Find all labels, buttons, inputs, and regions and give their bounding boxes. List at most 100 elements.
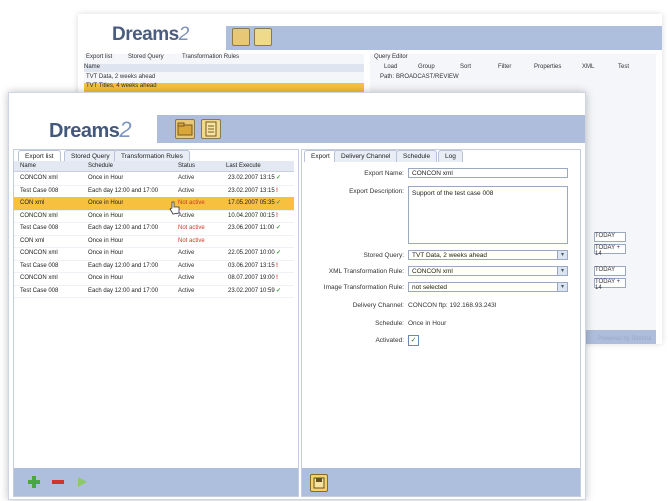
bg-tab-sort[interactable]: Sort (460, 64, 471, 70)
table-row[interactable]: CON xml Once in Hour Not active 17.05.2007 … (14, 197, 294, 211)
export-name-field[interactable]: CONCON xml (408, 168, 568, 178)
export-folder-icon[interactable] (175, 119, 195, 139)
bg-list-item[interactable]: TVT Data, 2 weeks ahead (86, 74, 155, 80)
background-logo: Dreams2 (112, 24, 189, 45)
cell-status: Active (178, 287, 195, 294)
table-header: Name Schedule Status Last Execute (14, 161, 294, 172)
bg-column-name: Name (84, 64, 364, 72)
cell-last-execute: 03.06.2007 13:15 (228, 262, 275, 269)
dreams-logo: Dreams2 (49, 117, 132, 142)
hand-cursor-icon (169, 201, 181, 220)
stored-query-select[interactable]: TVT Data, 2 weeks ahead ▾ (408, 250, 568, 260)
table-row[interactable]: CONCON xml Once in Hour Active 08.07.2007 1… (14, 272, 294, 286)
document-icon[interactable] (201, 119, 221, 139)
cell-status: Active (178, 250, 195, 256)
bg-tab-group[interactable]: Group (418, 64, 435, 70)
cell-last-execute: 23.02.2007 10:59 (228, 287, 275, 294)
schedule-label: Schedule: (375, 320, 404, 327)
bg-tab-load[interactable]: Load (384, 64, 397, 70)
table-row[interactable]: CONCON xml Once in Hour Active 23.02.2007 1… (14, 172, 294, 186)
bg-tab-test[interactable]: Test (618, 64, 629, 70)
col-last-execute[interactable]: Last Execute (226, 161, 261, 171)
cell-schedule: Once in Hour (88, 275, 124, 281)
cell-name: Test Case 008 (20, 287, 59, 294)
col-schedule[interactable]: Schedule (88, 161, 113, 171)
activated-label: Activated: (375, 337, 404, 344)
background-toolbar (226, 26, 662, 50)
bg-date-field[interactable]: TODAY (594, 266, 626, 276)
cell-last-execute: 08.07.2007 19:00 (228, 275, 275, 281)
check-icon: ✓ (276, 287, 282, 294)
bg-tab-filter[interactable]: Filter (498, 64, 511, 70)
cell-name: CONCON xml (20, 212, 58, 219)
table-row[interactable]: Test Case 008 Each day 12:00 and 17:00 Act… (14, 285, 294, 298)
export-detail-panel: Export Delivery Channel Schedule Log Exp… (301, 149, 581, 497)
bg-list-item-selected[interactable]: TVT Titles, 4 weeks ahead (84, 83, 364, 92)
bg-date-field[interactable]: TODAY (594, 232, 626, 242)
chevron-down-icon[interactable]: ▾ (557, 267, 567, 275)
cell-last-execute: 23.06.2007 11:00 (228, 225, 275, 231)
table-row[interactable]: Test Case 008 Each day 12:00 and 17:00 Act… (14, 185, 294, 198)
add-button[interactable] (26, 474, 42, 490)
cell-last-execute: 23.02.2007 13:15 (228, 187, 275, 194)
cell-status: Active (178, 187, 195, 194)
col-status[interactable]: Status (178, 161, 195, 171)
export-list-panel: Export list Stored Query Transformation … (13, 149, 299, 497)
export-name-label: Export Name: (364, 170, 404, 177)
bg-tab-xml[interactable]: XML (582, 64, 594, 70)
run-button[interactable] (74, 474, 90, 490)
cell-name: CON xml (20, 200, 45, 206)
check-icon: ✓ (276, 225, 282, 231)
activated-checkbox[interactable]: ✓ (408, 335, 419, 346)
tab-delivery-channel[interactable]: Delivery Channel (334, 150, 398, 162)
table-row[interactable]: CONCON xml Once in Hour Active 10.04.2007 0… (14, 210, 294, 223)
image-rule-select[interactable]: not selected ▾ (408, 282, 568, 292)
tab-schedule[interactable]: Schedule (396, 150, 438, 162)
remove-button[interactable] (50, 474, 66, 490)
cell-last-execute: 22.05.2007 10:00 (228, 250, 275, 256)
bg-tab-transformation-rules[interactable]: Transformation Rules (182, 54, 239, 60)
bg-tab-stored-query[interactable]: Stored Query (128, 54, 164, 60)
bg-date-field[interactable]: TODAY + 14 (594, 244, 626, 257)
folder-icon[interactable] (232, 28, 250, 46)
table-row[interactable]: Test Case 008 Each day 12:00 and 17:00 Not… (14, 222, 294, 236)
warning-icon: ! (276, 262, 278, 269)
export-description-field[interactable]: Support of the test case 008 (408, 186, 568, 244)
chevron-down-icon[interactable]: ▾ (557, 251, 567, 259)
query-editor-title: Query Editor (374, 54, 408, 60)
table-row[interactable]: CONCON xml Once in Hour Active 22.05.2007 1… (14, 247, 294, 261)
cell-status: Not active (178, 200, 205, 206)
path-value: BROADCAST/REVIEW (396, 74, 459, 80)
chevron-down-icon[interactable]: ▾ (557, 283, 567, 291)
warning-icon: ! (276, 275, 278, 281)
xml-rule-label: XML Transformation Rule: (328, 268, 404, 275)
cell-status: Active (178, 262, 195, 269)
warning-icon: ! (276, 212, 278, 219)
cell-name: Test Case 008 (20, 262, 59, 269)
powered-by: Powered by Sitecha (598, 336, 652, 342)
cell-schedule: Each day 12:00 and 17:00 (88, 225, 159, 231)
cell-status: Active (178, 175, 195, 181)
tab-export[interactable]: Export (304, 150, 337, 162)
tab-log[interactable]: Log (438, 150, 463, 162)
document-icon[interactable] (254, 28, 272, 46)
bg-tab-properties[interactable]: Properties (534, 64, 561, 70)
bg-tab-export-list[interactable]: Export list (86, 54, 112, 60)
cell-schedule: Once in Hour (88, 200, 124, 206)
save-icon[interactable] (310, 474, 328, 492)
stored-query-label: Stored Query: (363, 252, 404, 259)
table-row[interactable]: Test Case 008 Each day 12:00 and 17:00 Act… (14, 260, 294, 273)
bg-date-field[interactable]: TODAY + 14 (594, 278, 626, 291)
export-table-body: CONCON xml Once in Hour Active 23.02.2007 1… (10, 172, 294, 322)
right-bottom-toolbar (302, 468, 580, 496)
main-window: Dreams2 Export list Stored Query Transfo… (8, 92, 586, 500)
col-name[interactable]: Name (20, 161, 36, 171)
cell-schedule: Each day 12:00 and 17:00 (88, 262, 159, 269)
path-label: Path: (380, 74, 395, 80)
cell-name: Test Case 008 (20, 225, 59, 231)
xml-rule-select[interactable]: CONCON xml ▾ (408, 266, 568, 276)
table-row[interactable]: CON xml Once in Hour Not active (14, 235, 294, 248)
check-icon: ✓ (276, 200, 282, 206)
warning-icon: ! (276, 187, 278, 194)
cell-name: CONCON xml (20, 175, 58, 181)
